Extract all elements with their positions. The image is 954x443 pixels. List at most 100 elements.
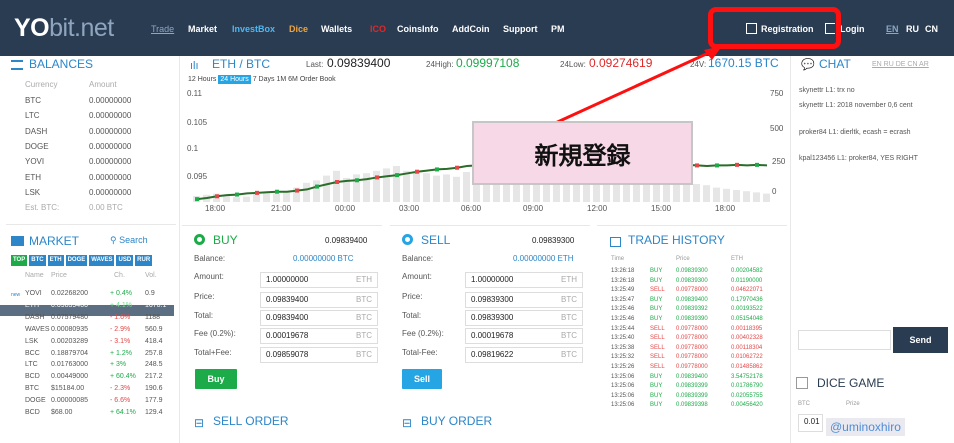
history-price: 0.09839300 (676, 268, 708, 274)
sell-totalfee-input[interactable]: 0.09819622 BTC (465, 347, 583, 363)
history-side: BUY (650, 383, 663, 390)
volume-bar (233, 197, 240, 202)
candle-mark (735, 162, 739, 167)
history-time: 13:25:40 (611, 335, 635, 342)
sell-fee-input[interactable]: 0.00019678 BTC (465, 328, 583, 344)
market-tab-waves[interactable]: WAVES (89, 255, 115, 266)
nav-market[interactable]: Market (188, 24, 217, 34)
tab-order-book[interactable]: Order Book (300, 76, 336, 83)
history-amount: 0.01786790 (731, 383, 763, 390)
y-right-tick: 750 (770, 89, 784, 98)
candle-mark (255, 190, 259, 195)
x-tick: 00:00 (335, 204, 356, 213)
chat-message: kpal123456 L1: proker84, YES RIGHT (799, 155, 918, 162)
balance-currency: LTC (25, 111, 40, 121)
market-tab-eth[interactable]: ETH (47, 255, 64, 266)
sell-order-icon: ⊟ (194, 416, 205, 430)
buy-amount-input[interactable]: 1.00000000 ETH (260, 272, 378, 288)
y-tick: 0.11 (187, 89, 202, 98)
sell-button[interactable]: Sell (402, 369, 442, 389)
history-price: 0.09778000 (676, 354, 708, 361)
nav-coinsinfo[interactable]: CoinsInfo (397, 24, 439, 34)
candle-mark (235, 192, 239, 197)
balance-amount: 0.00000000 (89, 96, 132, 105)
market-col-change: Ch. (114, 272, 125, 279)
market-change: - 3.1% (110, 337, 131, 345)
volume-bar (453, 176, 460, 202)
history-amount: 3.54752178 (731, 373, 763, 380)
login-link[interactable]: Login (840, 24, 865, 34)
market-tab-doge[interactable]: DOGE (65, 255, 88, 266)
chat-message: skynettr L1: trx no (799, 87, 855, 94)
nav-dice[interactable]: Dice (289, 24, 308, 34)
lang-cn[interactable]: CN (925, 24, 938, 34)
history-price: 0.09839400 (676, 296, 708, 303)
market-search[interactable]: ⚲ Search (110, 235, 148, 246)
buy-button[interactable]: Buy (195, 369, 237, 389)
tab-1m[interactable]: 1M (276, 76, 286, 83)
market-volume: 248.5 (145, 361, 163, 369)
dice-bet-input[interactable]: 0.01 (798, 414, 823, 432)
buy-fee-input[interactable]: 0.00019678 BTC (260, 328, 378, 344)
chat-input[interactable] (798, 330, 891, 350)
history-side: SELL (650, 354, 665, 361)
market-change: + 0.4% (110, 290, 132, 297)
buy-price-label: Price: (194, 292, 215, 301)
candle-mark (435, 167, 439, 172)
market-tab-rur[interactable]: RUR (135, 255, 153, 266)
history-amount: 0.00456420 (731, 402, 763, 409)
history-price: 0.09778000 (676, 344, 708, 351)
tab-6m[interactable]: 6M (288, 76, 298, 83)
buy-price-input[interactable]: 0.09839400 BTC (260, 292, 378, 308)
volume-bar (683, 182, 690, 202)
nav-ico[interactable]: ICO (370, 24, 386, 34)
market-tab-btc[interactable]: BTC (29, 255, 46, 266)
lang-ru[interactable]: RU (906, 24, 919, 34)
tab-7-days[interactable]: 7 Days (253, 76, 275, 83)
market-price: 0.09839400 (51, 301, 88, 309)
lang-en[interactable]: EN (886, 24, 899, 34)
buy-totalfee-input[interactable]: 0.09859078 BTC (260, 347, 378, 363)
tab-12-hours[interactable]: 12 Hours (188, 76, 216, 83)
nav-investbox[interactable]: InvestBox (232, 24, 275, 34)
market-change: + 1.2% (110, 349, 132, 357)
market-name: WAVES (25, 325, 50, 333)
history-amount: 0.01062722 (731, 354, 763, 361)
history-col-price: Price (676, 256, 690, 262)
market-change: - 6.6% (110, 397, 131, 405)
last-label: Last: (306, 60, 324, 69)
market-tab-top[interactable]: TOP (11, 255, 28, 266)
buy-total-label: Total: (194, 311, 214, 320)
buy-total-input[interactable]: 0.09839400 BTC (260, 310, 378, 326)
balance-amount: 0.00000000 (89, 111, 132, 121)
volume-bar (323, 175, 330, 202)
nav-support[interactable]: Support (503, 24, 538, 34)
yobit-logo[interactable]: YObit.net (14, 14, 114, 43)
nav-addcoin[interactable]: AddCoin (452, 24, 490, 34)
market-price: 0.00000085 (51, 397, 88, 405)
candle-mark (375, 175, 379, 180)
market-volume: 177.9 (145, 397, 163, 405)
volume-bar (433, 175, 440, 202)
chat-send-button[interactable]: Send (893, 327, 948, 353)
est-btc-value: 0.00 BTC (89, 203, 123, 212)
sell-total-input[interactable]: 0.09839300 BTC (465, 310, 583, 326)
nav-pm[interactable]: PM (551, 24, 565, 34)
sell-amount-input[interactable]: 1.00000000 ETH (465, 272, 583, 288)
sell-price-input[interactable]: 0.09839300 BTC (465, 292, 583, 308)
history-side: BUY (650, 296, 663, 303)
market-price: 0.00203289 (51, 337, 88, 345)
pair-title: ETH / BTC (212, 57, 271, 71)
balance-amount: 0.00000000 (89, 172, 132, 182)
market-icon (11, 236, 24, 246)
nav-wallets[interactable]: Wallets (321, 24, 352, 34)
tab-24-hours[interactable]: 24 Hours (218, 75, 251, 84)
chat-title: CHAT (819, 57, 851, 71)
nav-trade[interactable]: Trade (151, 24, 174, 34)
history-col-eth: ETH (731, 256, 743, 262)
chat-langs[interactable]: EN RU DE CN AR (872, 61, 929, 68)
history-col-time: Time (611, 256, 625, 262)
market-tab-usd[interactable]: USD (116, 255, 134, 266)
x-tick: 18:00 (715, 204, 736, 213)
dice-title: DICE GAME (817, 376, 885, 390)
